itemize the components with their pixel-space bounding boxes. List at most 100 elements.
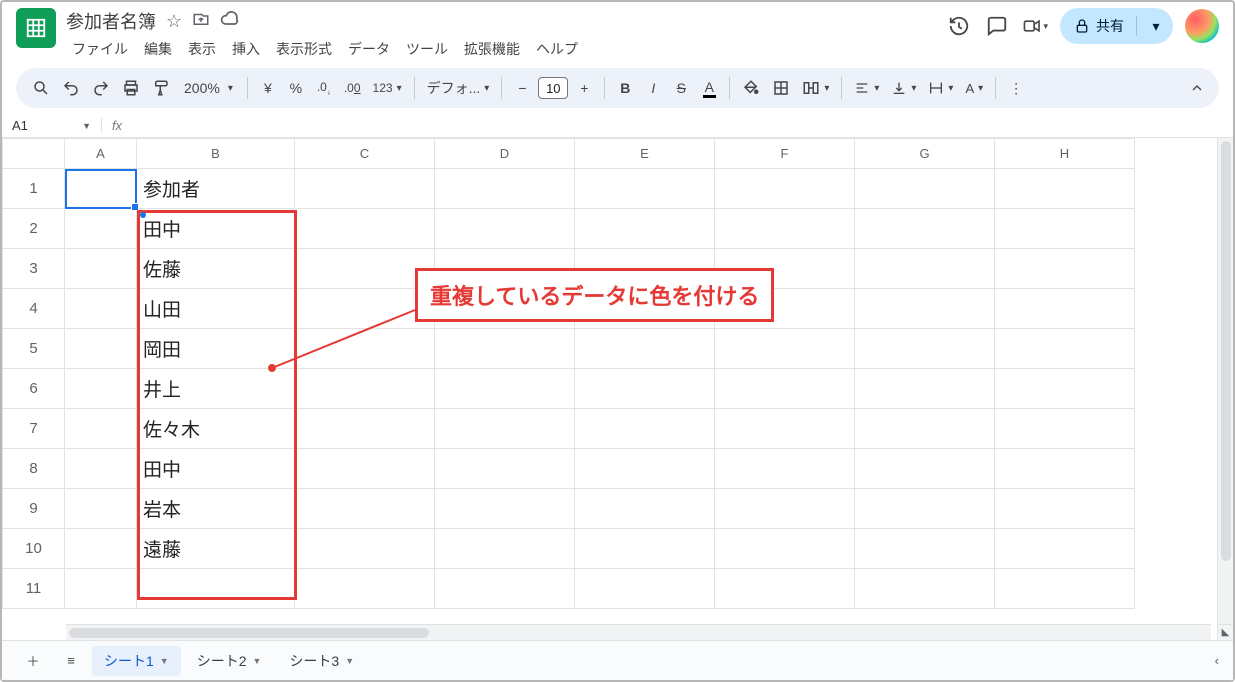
italic-icon[interactable]: I <box>641 74 665 102</box>
font-size-input[interactable]: 10 <box>538 77 568 99</box>
increase-decimal-icon[interactable]: .00 <box>340 74 365 102</box>
col-header-E[interactable]: E <box>575 139 715 169</box>
share-button[interactable]: 共有 ▾ <box>1060 8 1173 44</box>
menu-insert[interactable]: 挿入 <box>226 36 266 62</box>
row-header-2[interactable]: 2 <box>3 209 65 249</box>
cell-B2[interactable]: 田中 <box>137 209 295 249</box>
menu-data[interactable]: データ <box>342 36 396 62</box>
name-box-dropdown-icon[interactable]: ▼ <box>82 121 91 131</box>
scroll-tabs-left-icon[interactable]: ‹ <box>1215 653 1219 668</box>
cell-B6[interactable]: 井上 <box>137 369 295 409</box>
wrap-icon[interactable] <box>924 74 957 102</box>
cell-A2[interactable] <box>65 209 137 249</box>
cell-H1[interactable] <box>995 169 1135 209</box>
cell-A1[interactable] <box>65 169 137 209</box>
cell-B7[interactable]: 佐々木 <box>137 409 295 449</box>
halign-icon[interactable] <box>850 74 883 102</box>
cell-B1[interactable]: 参加者 <box>137 169 295 209</box>
sheet-tab-3-menu-icon[interactable]: ▼ <box>345 656 354 666</box>
cell-E1[interactable] <box>575 169 715 209</box>
row-header-11[interactable]: 11 <box>3 569 65 609</box>
menu-edit[interactable]: 編集 <box>138 36 178 62</box>
print-icon[interactable] <box>118 74 144 102</box>
cell-B8[interactable]: 田中 <box>137 449 295 489</box>
sheets-logo[interactable] <box>16 8 56 48</box>
row-header-9[interactable]: 9 <box>3 489 65 529</box>
menu-ext[interactable]: 拡張機能 <box>458 36 526 62</box>
cell-A5[interactable] <box>65 329 137 369</box>
rotate-icon[interactable]: A <box>961 74 987 102</box>
row-header-5[interactable]: 5 <box>3 329 65 369</box>
cell-A7[interactable] <box>65 409 137 449</box>
col-header-D[interactable]: D <box>435 139 575 169</box>
decrease-decimal-icon[interactable]: .0↓ <box>312 74 336 102</box>
cell-A3[interactable] <box>65 249 137 289</box>
cell-B4[interactable]: 山田 <box>137 289 295 329</box>
cell-C1[interactable] <box>295 169 435 209</box>
increase-font-icon[interactable]: + <box>572 74 596 102</box>
col-header-G[interactable]: G <box>855 139 995 169</box>
col-header-B[interactable]: B <box>137 139 295 169</box>
merge-icon[interactable] <box>798 74 833 102</box>
account-avatar[interactable] <box>1185 9 1219 43</box>
share-dropdown-icon[interactable]: ▾ <box>1145 18 1167 35</box>
percent-icon[interactable]: % <box>284 74 308 102</box>
doc-title[interactable]: 参加者名簿 <box>66 8 156 34</box>
collapse-toolbar-icon[interactable] <box>1185 74 1209 102</box>
name-box[interactable]: A1 ▼ <box>2 118 102 133</box>
cell-D1[interactable] <box>435 169 575 209</box>
zoom-select[interactable]: 200% <box>178 74 239 102</box>
cell-B11[interactable] <box>137 569 295 609</box>
cell-B10[interactable]: 遠藤 <box>137 529 295 569</box>
cell-A9[interactable] <box>65 489 137 529</box>
cloud-status-icon[interactable] <box>220 9 240 34</box>
meet-icon[interactable]: ▾ <box>1022 13 1048 39</box>
row-header-4[interactable]: 4 <box>3 289 65 329</box>
explore-icon[interactable]: ◣ <box>1217 624 1233 640</box>
sheet-tab-1-menu-icon[interactable]: ▼ <box>160 656 169 666</box>
row-header-1[interactable]: 1 <box>3 169 65 209</box>
history-icon[interactable] <box>946 13 972 39</box>
strike-icon[interactable]: S <box>669 74 693 102</box>
horizontal-scrollbar[interactable] <box>66 624 1211 640</box>
sheet-tab-2-menu-icon[interactable]: ▼ <box>253 656 262 666</box>
cell-B3[interactable]: 佐藤 <box>137 249 295 289</box>
bold-icon[interactable]: B <box>613 74 637 102</box>
search-icon[interactable] <box>28 74 54 102</box>
cell-F1[interactable] <box>715 169 855 209</box>
comment-icon[interactable] <box>984 13 1010 39</box>
borders-icon[interactable] <box>768 74 794 102</box>
menu-view[interactable]: 表示 <box>182 36 222 62</box>
currency-icon[interactable]: ¥ <box>256 74 280 102</box>
menu-file[interactable]: ファイル <box>66 36 134 62</box>
font-select[interactable]: デフォ... <box>423 74 494 102</box>
row-header-3[interactable]: 3 <box>3 249 65 289</box>
cell-B5[interactable]: 岡田 <box>137 329 295 369</box>
row-header-8[interactable]: 8 <box>3 449 65 489</box>
cell-A11[interactable] <box>65 569 137 609</box>
move-icon[interactable] <box>192 10 210 33</box>
more-icon[interactable]: ⋮ <box>1004 74 1028 102</box>
row-header-7[interactable]: 7 <box>3 409 65 449</box>
undo-icon[interactable] <box>58 74 84 102</box>
col-header-F[interactable]: F <box>715 139 855 169</box>
number-format-icon[interactable]: 123 <box>369 74 406 102</box>
cell-G1[interactable] <box>855 169 995 209</box>
row-header-10[interactable]: 10 <box>3 529 65 569</box>
sheet-tab-1[interactable]: シート1▼ <box>92 646 181 676</box>
cell-A10[interactable] <box>65 529 137 569</box>
col-header-A[interactable]: A <box>65 139 137 169</box>
cell-B9[interactable]: 岩本 <box>137 489 295 529</box>
paint-format-icon[interactable] <box>148 74 174 102</box>
col-header-C[interactable]: C <box>295 139 435 169</box>
redo-icon[interactable] <box>88 74 114 102</box>
sheet-tab-2[interactable]: シート2▼ <box>185 646 274 676</box>
add-sheet-icon[interactable]: ＋ <box>16 646 50 676</box>
sheet-tab-3[interactable]: シート3▼ <box>277 646 366 676</box>
star-icon[interactable]: ☆ <box>166 11 182 32</box>
menu-tools[interactable]: ツール <box>400 36 454 62</box>
col-header-H[interactable]: H <box>995 139 1135 169</box>
all-sheets-icon[interactable]: ≡ <box>54 646 88 676</box>
fill-color-icon[interactable] <box>738 74 764 102</box>
spreadsheet-grid[interactable]: A B C D E F G H 1 参加者 2田中 3佐藤 4山田 5岡田 6井… <box>2 138 1233 640</box>
